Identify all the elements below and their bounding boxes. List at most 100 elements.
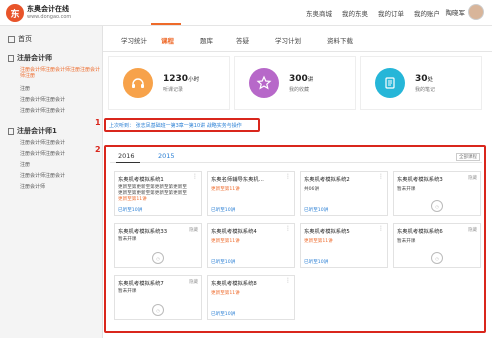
- stat-favorites[interactable]: 300讲 我的收藏: [234, 56, 356, 110]
- listened-link[interactable]: 已听至10讲: [118, 207, 142, 213]
- annotation-marker-1: 1: [95, 118, 101, 127]
- course-title: 东奥机考模拟系统33: [118, 229, 168, 235]
- course-title: 东奥机考模拟系统3: [397, 177, 443, 183]
- listened-link[interactable]: 已听至10讲: [304, 207, 328, 213]
- avatar[interactable]: [468, 4, 484, 20]
- tab-downloads[interactable]: 资料下载: [327, 35, 353, 45]
- stat-listening[interactable]: 1230小时 听课记录: [108, 56, 230, 110]
- course-card[interactable]: 东奥机考模拟系统6 隐藏 暂未开课 ◷: [393, 223, 481, 268]
- sidebar-item[interactable]: 注册会计师注册会计: [20, 172, 65, 179]
- more-icon[interactable]: ⋮: [378, 173, 384, 180]
- listened-link[interactable]: 已听至10讲: [211, 311, 235, 317]
- brand-name: 东奥会计在线: [27, 5, 69, 13]
- sidebar-section-cpa1[interactable]: 注册会计师1: [8, 126, 57, 136]
- active-tab-indicator: [151, 23, 181, 25]
- course-progress: 更新至第11讲: [211, 291, 240, 296]
- course-card[interactable]: 东奥机考模拟系统5 ⋮ 更新至第11讲 已听至10讲: [300, 223, 388, 268]
- listened-link[interactable]: 已听至10讲: [211, 207, 235, 213]
- clock-icon: ◷: [431, 200, 443, 212]
- last-listened-course[interactable]: 战略实务与操作: [207, 123, 242, 129]
- stat-label: 我的收藏: [289, 86, 310, 93]
- course-card[interactable]: 东奥机考模拟系统3 隐藏 暂未开课 ◷: [393, 171, 481, 216]
- more-icon[interactable]: ⋮: [285, 225, 291, 232]
- course-progress: 更新至第11讲: [118, 197, 147, 202]
- course-card[interactable]: 东奥机考模拟系统33 隐藏 暂未开课 ◷: [114, 223, 202, 268]
- nav-my-dongao[interactable]: 我的东奥: [342, 8, 368, 18]
- logo-icon: 东: [6, 4, 24, 22]
- course-card[interactable]: 东奥机考模拟系统1 ⋮ 更新至第更新至第更新至第更新至 更新至第更新至第更新至第…: [114, 171, 202, 216]
- course-title: 东奥机考模拟系统4: [211, 229, 257, 235]
- course-status: 暂未开课: [118, 289, 137, 294]
- all-courses-button[interactable]: 全部课程: [456, 153, 480, 161]
- course-title: 东奥机考模拟系统8: [211, 281, 257, 287]
- tab-qa[interactable]: 答疑: [236, 35, 249, 45]
- stat-value: 30: [415, 73, 428, 84]
- nav-my-account[interactable]: 我的账户: [414, 8, 440, 18]
- more-icon[interactable]: ⋮: [192, 173, 198, 180]
- document-icon: [8, 54, 14, 62]
- stats-row: 1230小时 听课记录 300讲 我的收藏 30处 我的笔记: [108, 56, 482, 110]
- tab-courses[interactable]: 课程: [161, 35, 174, 45]
- clock-icon: ◷: [152, 252, 164, 264]
- stat-notes[interactable]: 30处 我的笔记: [360, 56, 482, 110]
- course-title: 东奥机考模拟系统7: [118, 281, 164, 287]
- brand-url: www.dongao.com: [27, 14, 72, 20]
- tab-question-bank[interactable]: 题库: [200, 35, 213, 45]
- more-icon[interactable]: ⋮: [285, 277, 291, 284]
- course-status: 暂未开课: [397, 187, 416, 192]
- sidebar-item[interactable]: 注册会计师注册会计: [20, 107, 65, 114]
- hide-button[interactable]: 隐藏: [468, 227, 477, 233]
- course-title: 东奥机考模拟系统5: [304, 229, 350, 235]
- document-icon: [8, 127, 14, 135]
- stat-unit: 小时: [188, 76, 200, 83]
- nav-my-orders[interactable]: 我的订单: [378, 8, 404, 18]
- sidebar-item[interactable]: 注册: [20, 85, 30, 92]
- logo[interactable]: 东 东奥会计在线 www.dongao.com: [6, 4, 71, 22]
- course-status: 暂未开课: [118, 237, 137, 242]
- more-icon[interactable]: ⋮: [378, 225, 384, 232]
- headphones-icon: [123, 68, 153, 98]
- sidebar-item[interactable]: 注册会计师: [20, 183, 45, 190]
- top-nav: 东奥商城 我的东奥 我的订单 我的账户: [306, 8, 440, 18]
- course-card[interactable]: 东奥机考模拟系统2 ⋮ 共06讲 已听至10讲: [300, 171, 388, 216]
- hide-button[interactable]: 隐藏: [189, 279, 198, 285]
- stat-label: 我的笔记: [415, 86, 436, 93]
- year-tab-2015[interactable]: 2015: [158, 152, 175, 160]
- course-card[interactable]: 东奥机考模拟系统7 隐藏 暂未开课 ◷: [114, 275, 202, 320]
- course-title: 东奥机考模拟系统6: [397, 229, 443, 235]
- course-status: 暂未开课: [397, 239, 416, 244]
- sidebar-section-cpa[interactable]: 注册会计师: [8, 53, 52, 63]
- user-menu[interactable]: 陶晓军: [446, 4, 484, 20]
- tab-study-stats[interactable]: 学习统计: [121, 35, 147, 45]
- listened-link[interactable]: 已听至10讲: [211, 259, 235, 265]
- sidebar-item[interactable]: 注册会计师注册会计: [20, 139, 65, 146]
- course-card[interactable]: 东奥机考模拟系统8 ⋮ 更新至第11讲 已听至10讲: [207, 275, 295, 320]
- stat-label: 听课记录: [163, 86, 184, 93]
- last-listened-lesson[interactable]: 张志凤基础班一第3章一第10讲: [136, 123, 206, 129]
- year-tabs: 2016 2015 全部课程: [110, 151, 482, 163]
- top-bar: 东 东奥会计在线 www.dongao.com 东奥商城 我的东奥 我的订单 我…: [0, 0, 492, 26]
- sidebar-item[interactable]: 注册会计师注册会计: [20, 96, 65, 103]
- course-card[interactable]: 东奥名师辅导东奥机… ⋮ 更新至第11讲 已听至10讲: [207, 171, 295, 216]
- sidebar-home-label: 首页: [18, 35, 32, 43]
- stat-unit: 处: [427, 76, 434, 83]
- hide-button[interactable]: 隐藏: [468, 175, 477, 181]
- star-icon: [249, 68, 279, 98]
- year-tab-2016[interactable]: 2016: [118, 152, 135, 160]
- hide-button[interactable]: 隐藏: [189, 227, 198, 233]
- last-listened-prefix: 上次听到：: [109, 123, 135, 129]
- sidebar-item[interactable]: 注册会计师注册会计: [20, 150, 65, 157]
- course-progress: 更新至第11讲: [211, 239, 240, 244]
- note-icon: [375, 68, 405, 98]
- sidebar-item[interactable]: 注册: [20, 161, 30, 168]
- listened-link[interactable]: 已听至10讲: [304, 259, 328, 265]
- user-name[interactable]: 陶晓军: [446, 7, 466, 17]
- sidebar-item[interactable]: 注册会计师注册会计师注册注册会计师注册: [20, 67, 100, 79]
- tab-study-plan[interactable]: 学习计划: [275, 35, 301, 45]
- nav-mall[interactable]: 东奥商城: [306, 8, 332, 18]
- sidebar-section-label: 注册会计师1: [17, 127, 57, 135]
- course-card[interactable]: 东奥机考模拟系统4 ⋮ 更新至第11讲 已听至10讲: [207, 223, 295, 268]
- sidebar-home[interactable]: 首页: [8, 34, 32, 44]
- last-listened[interactable]: 上次听到： 张志凤基础班一第3章一第10讲 战略实务与操作: [104, 118, 260, 132]
- more-icon[interactable]: ⋮: [285, 173, 291, 180]
